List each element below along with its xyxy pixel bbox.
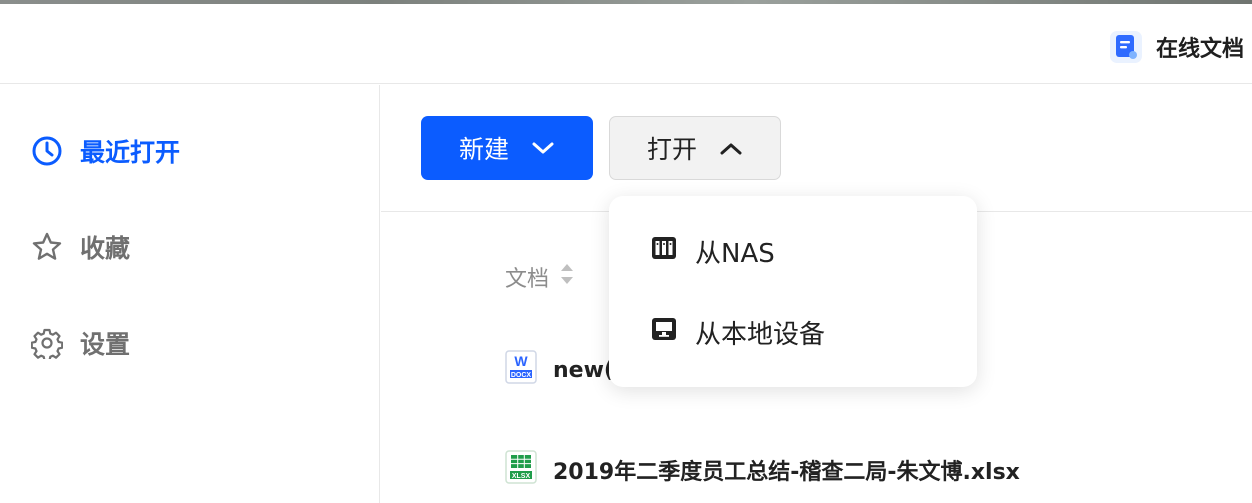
menu-item-from-nas[interactable]: 从NAS bbox=[609, 221, 977, 281]
docx-file-icon: W DOCX bbox=[505, 350, 537, 390]
column-header-document[interactable]: 文档 bbox=[505, 261, 575, 293]
document-app-icon bbox=[1110, 31, 1142, 63]
file-row[interactable]: XLSX 2019年二季度员工总结-稽查二局-朱文博.xlsx bbox=[505, 450, 1020, 490]
new-button-label: 新建 bbox=[458, 136, 509, 164]
menu-item-label: 从本地设备 bbox=[695, 319, 826, 350]
open-button-label: 打开 bbox=[646, 135, 697, 164]
open-button[interactable]: 打开 bbox=[609, 116, 781, 180]
chevron-up-icon bbox=[719, 134, 743, 163]
file-row[interactable]: W DOCX new( bbox=[505, 350, 614, 390]
toolbar: 新建 打开 bbox=[381, 85, 1252, 212]
menu-item-label: 从NAS bbox=[695, 238, 775, 269]
app-header: 在线文档 bbox=[0, 4, 1252, 84]
sidebar-item-settings[interactable]: 设置 bbox=[30, 323, 130, 363]
app-brand[interactable]: 在线文档 bbox=[1110, 30, 1244, 64]
sidebar-item-label: 收藏 bbox=[80, 234, 131, 263]
gear-icon bbox=[30, 326, 64, 360]
file-name: new( bbox=[553, 357, 614, 383]
chevron-down-icon bbox=[531, 134, 555, 163]
xlsx-file-icon: XLSX bbox=[505, 450, 537, 490]
star-icon bbox=[30, 230, 64, 264]
sidebar: 最近打开 收藏 设置 bbox=[0, 85, 380, 503]
menu-item-from-local-device[interactable]: 从本地设备 bbox=[609, 302, 977, 362]
docx-icon-type: DOCX bbox=[511, 372, 532, 379]
sidebar-item-label: 最近打开 bbox=[80, 138, 181, 167]
sidebar-item-recent[interactable]: 最近打开 bbox=[30, 131, 180, 171]
app-title: 在线文档 bbox=[1156, 37, 1245, 62]
open-dropdown-menu: 从NAS 从本地设备 bbox=[609, 196, 977, 387]
sidebar-item-favorites[interactable]: 收藏 bbox=[30, 227, 130, 267]
new-button[interactable]: 新建 bbox=[421, 116, 593, 180]
sort-icon bbox=[559, 262, 575, 292]
nas-icon bbox=[651, 235, 677, 268]
file-name: 2019年二季度员工总结-稽查二局-朱文博.xlsx bbox=[553, 460, 1020, 485]
clock-icon bbox=[30, 134, 64, 168]
monitor-icon bbox=[651, 316, 677, 349]
column-header-label: 文档 bbox=[505, 267, 550, 292]
xlsx-icon-type: XLSX bbox=[512, 473, 531, 480]
sidebar-item-label: 设置 bbox=[80, 330, 131, 359]
docx-icon-letter: W bbox=[514, 353, 528, 369]
